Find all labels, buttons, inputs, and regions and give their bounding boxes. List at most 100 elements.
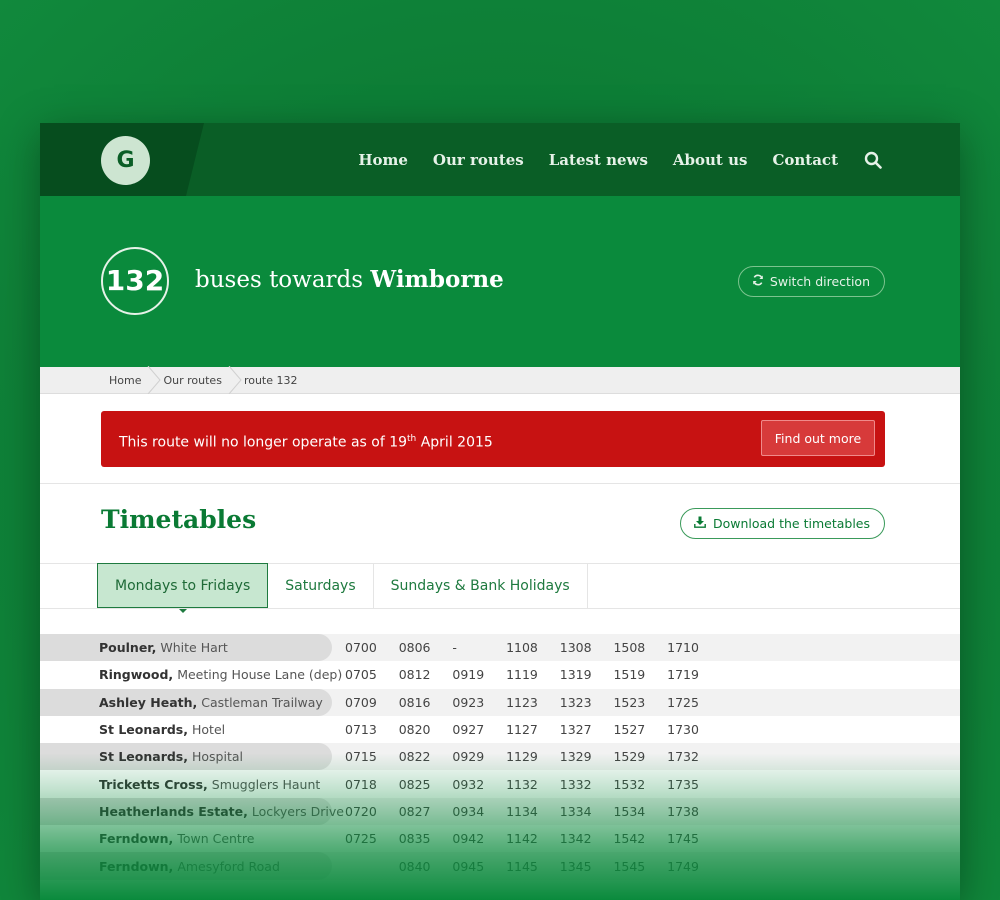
departure-time: 0820 [398, 722, 431, 738]
stop-name: St Leonards, Hospital [40, 743, 332, 771]
nav-home[interactable]: Home [358, 151, 408, 169]
breadcrumb-home[interactable]: Home [109, 365, 163, 394]
departure-time: 0929 [452, 749, 485, 765]
departure-time: 1123 [506, 694, 538, 710]
departure-time: 0806 [398, 640, 431, 656]
departure-time: 1327 [559, 722, 592, 738]
departure-time: 0942 [452, 831, 485, 847]
departure-time: 1329 [559, 749, 592, 765]
departure-time: 1738 [667, 803, 699, 819]
breadcrumb-our-routes[interactable]: Our routes [163, 365, 243, 394]
stop-name: Ashley Heath, Castleman Trailway [40, 688, 332, 716]
chevron-right-icon [148, 365, 162, 394]
departure-time: 0932 [452, 776, 485, 792]
departure-time: 0835 [398, 831, 431, 847]
departure-time: 1142 [506, 831, 538, 847]
departure-time: 1323 [559, 694, 592, 710]
departure-time: 0720 [345, 803, 377, 819]
departure-time: 1732 [667, 749, 699, 765]
main-nav: Home Our routes Latest news About us Con… [333, 123, 882, 196]
table-row: St Leonards, Hospital 0715 0822 0929 1129 1329… [40, 743, 960, 771]
nav-contact[interactable]: Contact [772, 151, 838, 169]
departure-time: 1545 [613, 858, 646, 874]
departure-time: 0840 [398, 858, 431, 874]
route-destination: Wimborne [370, 266, 504, 293]
departure-time: 0919 [452, 667, 485, 683]
search-icon[interactable] [864, 151, 882, 169]
departure-time: 1710 [667, 640, 699, 656]
departure-time: 0812 [398, 667, 431, 683]
nav-latest-news[interactable]: Latest news [549, 151, 648, 169]
download-timetables-label: Download the timetables [712, 516, 870, 531]
departure-time: 0825 [398, 776, 431, 792]
departure-time: 0816 [398, 694, 431, 710]
departure-time: 1508 [613, 640, 646, 656]
route-hero: 132 buses towards Wimborne Switch direct… [40, 196, 960, 367]
departure-time: 0945 [452, 858, 485, 874]
stop-name: Ferndown, Town Centre [99, 831, 255, 847]
departure-time: 0713 [345, 722, 377, 738]
departure-time: 1127 [506, 722, 538, 738]
departure-time: 0923 [452, 694, 485, 710]
tab-saturdays[interactable]: Saturdays [268, 563, 374, 608]
departure-time: 1523 [613, 694, 646, 710]
departure-time: 1108 [506, 640, 538, 656]
departure-time: 1542 [613, 831, 646, 847]
departure-time: 1719 [667, 667, 699, 683]
breadcrumb: Home Our routes route 132 [40, 365, 960, 394]
table-row: St Leonards, Hotel 0713 0820 0927 1127 1327 152… [40, 716, 960, 743]
timetables-heading: Timetables [101, 505, 257, 534]
departure-time: 1532 [613, 776, 646, 792]
departure-time: 1745 [667, 831, 699, 847]
route-title: buses towards Wimborne [195, 266, 504, 293]
departure-time: 1132 [506, 776, 538, 792]
logo[interactable]: G [101, 136, 150, 185]
stop-name: Tricketts Cross, Smugglers Haunt [99, 776, 321, 792]
switch-direction-button[interactable]: Switch direction [737, 266, 885, 297]
table-row: Ferndown, Town Centre 0725 0835 0942 1142 1342… [40, 825, 960, 852]
download-timetables-button[interactable]: Download the timetables [679, 508, 885, 539]
stop-name: St Leonards, Hotel [99, 722, 226, 738]
tab-mondays-to-fridays[interactable]: Mondays to Fridays [97, 563, 269, 613]
stop-name: Poulner, White Hart [40, 634, 332, 662]
departure-time: 1527 [613, 722, 646, 738]
departure-time: 1308 [559, 640, 592, 656]
table-row: Tricketts Cross, Smugglers Haunt 0718 0825 0… [40, 770, 960, 797]
departure-time: 1134 [506, 803, 538, 819]
departure-time: 1730 [667, 722, 699, 738]
departure-time: 1145 [506, 858, 538, 874]
departure-time: 1529 [613, 749, 646, 765]
table-row: Ashley Heath, Castleman Trailway 0709 0816 0… [40, 688, 960, 716]
departure-time: 0700 [345, 640, 377, 656]
nav-our-routes[interactable]: Our routes [433, 151, 524, 169]
stop-name: Ringwood, Meeting House Lane (dep) [99, 667, 343, 683]
departure-time: 0709 [345, 694, 377, 710]
departure-time: 1334 [559, 803, 592, 819]
chevron-right-icon [228, 365, 242, 394]
switch-direction-label: Switch direction [769, 274, 870, 289]
download-icon [694, 516, 706, 531]
departure-time: 1119 [506, 667, 538, 683]
route-title-prefix: buses towards [195, 267, 364, 293]
table-row: Poulner, White Hart 0700 0806 - 1108 1308 1508 1… [40, 634, 960, 662]
departure-time: 1345 [559, 858, 592, 874]
departure-time [345, 859, 399, 874]
departure-time: 0934 [452, 803, 485, 819]
departure-time: 1332 [559, 776, 592, 792]
table-row: Heatherlands Estate, Lockyers Drive 0720 08… [40, 797, 960, 826]
departure-time: 0822 [398, 749, 431, 765]
departure-time: 0725 [345, 831, 377, 847]
departure-time: 1749 [667, 858, 699, 874]
stop-name: Ferndown, Amesyford Road [40, 852, 332, 880]
departure-time: 1319 [559, 667, 592, 683]
departure-time: 1735 [667, 776, 699, 792]
breadcrumb-current: route 132 [243, 373, 298, 387]
departure-time: 0827 [398, 803, 431, 819]
departure-time: - [452, 640, 457, 656]
route-alert: This route will no longer operate as of … [101, 411, 885, 467]
nav-about-us[interactable]: About us [673, 151, 748, 169]
day-tabs: Mondays to Fridays Saturdays Sundays & B… [97, 563, 588, 613]
find-out-more-button[interactable]: Find out more [761, 420, 875, 456]
tab-sundays-bank-holidays[interactable]: Sundays & Bank Holidays [374, 563, 588, 608]
table-row: Ringwood, Meeting House Lane (dep) 0705 081… [40, 661, 960, 688]
